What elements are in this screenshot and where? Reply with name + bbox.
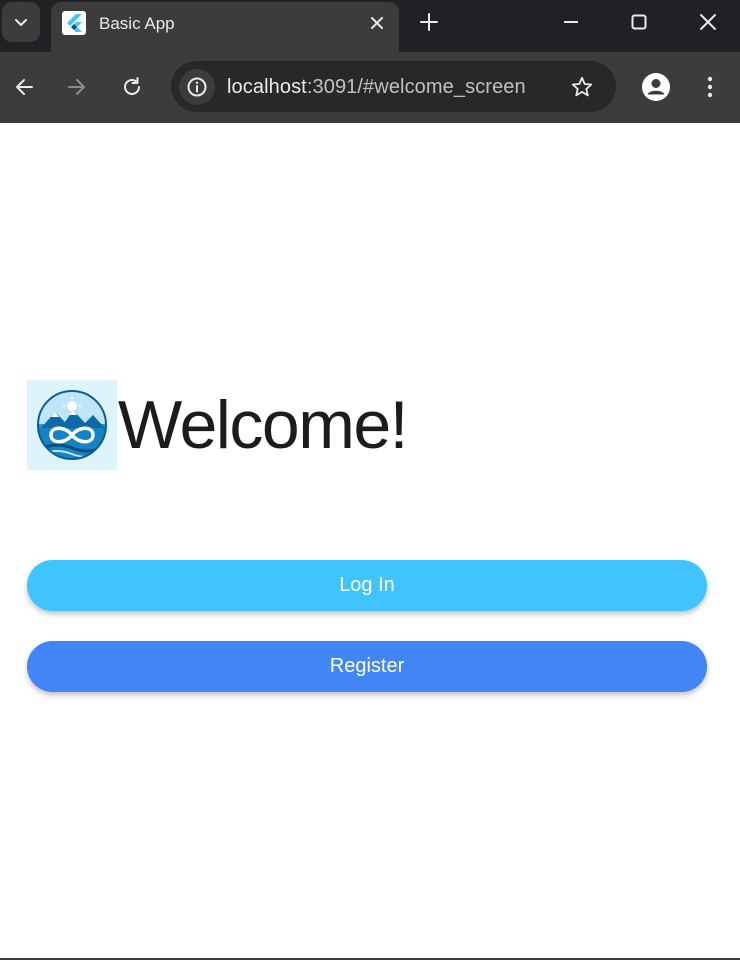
forward-button[interactable] bbox=[63, 73, 91, 101]
bookmark-button[interactable] bbox=[568, 73, 596, 101]
minimize-icon bbox=[564, 21, 578, 23]
url-host: localhost bbox=[227, 76, 307, 98]
chevron-down-icon bbox=[15, 19, 27, 26]
arrow-left-icon bbox=[16, 79, 33, 95]
profile-button[interactable] bbox=[640, 71, 672, 103]
more-vert-icon bbox=[707, 76, 713, 98]
login-button[interactable]: Log In bbox=[27, 560, 707, 611]
site-info-button[interactable] bbox=[179, 69, 215, 105]
address-bar[interactable]: localhost:3091/#welcome_screen bbox=[171, 61, 616, 112]
back-button[interactable] bbox=[10, 73, 38, 101]
maximize-button[interactable] bbox=[625, 8, 653, 36]
tab-search-button[interactable] bbox=[2, 2, 40, 42]
star-icon bbox=[571, 76, 593, 97]
plus-icon bbox=[420, 13, 438, 31]
url-text[interactable]: localhost:3091/#welcome_screen bbox=[227, 75, 526, 99]
app-logo-icon bbox=[37, 390, 107, 460]
register-button[interactable]: Register bbox=[27, 641, 707, 692]
browser-menu-button[interactable] bbox=[696, 73, 724, 101]
close-window-button[interactable] bbox=[694, 8, 722, 36]
close-icon bbox=[700, 14, 716, 30]
app-logo bbox=[27, 380, 117, 470]
close-tab-button[interactable] bbox=[365, 11, 389, 35]
browser-toolbar: localhost:3091/#welcome_screen bbox=[0, 52, 740, 123]
info-icon bbox=[187, 77, 207, 97]
browser-tab-active[interactable]: Basic App bbox=[51, 2, 399, 52]
flutter-logo-icon bbox=[62, 11, 86, 35]
close-icon bbox=[371, 17, 383, 29]
browser-tab-strip: Basic App bbox=[0, 0, 740, 52]
person-icon bbox=[642, 73, 670, 101]
welcome-screen: Welcome! Log In Register bbox=[0, 123, 740, 960]
reload-button[interactable] bbox=[118, 73, 146, 101]
welcome-heading: Welcome! bbox=[118, 387, 409, 463]
reload-icon bbox=[124, 77, 140, 95]
minimize-button[interactable] bbox=[557, 8, 585, 36]
arrow-right-icon bbox=[68, 79, 85, 95]
new-tab-button[interactable] bbox=[415, 8, 443, 36]
url-path: :3091/#welcome_screen bbox=[306, 76, 526, 98]
tab-title: Basic App bbox=[99, 14, 175, 33]
maximize-icon bbox=[631, 14, 647, 30]
